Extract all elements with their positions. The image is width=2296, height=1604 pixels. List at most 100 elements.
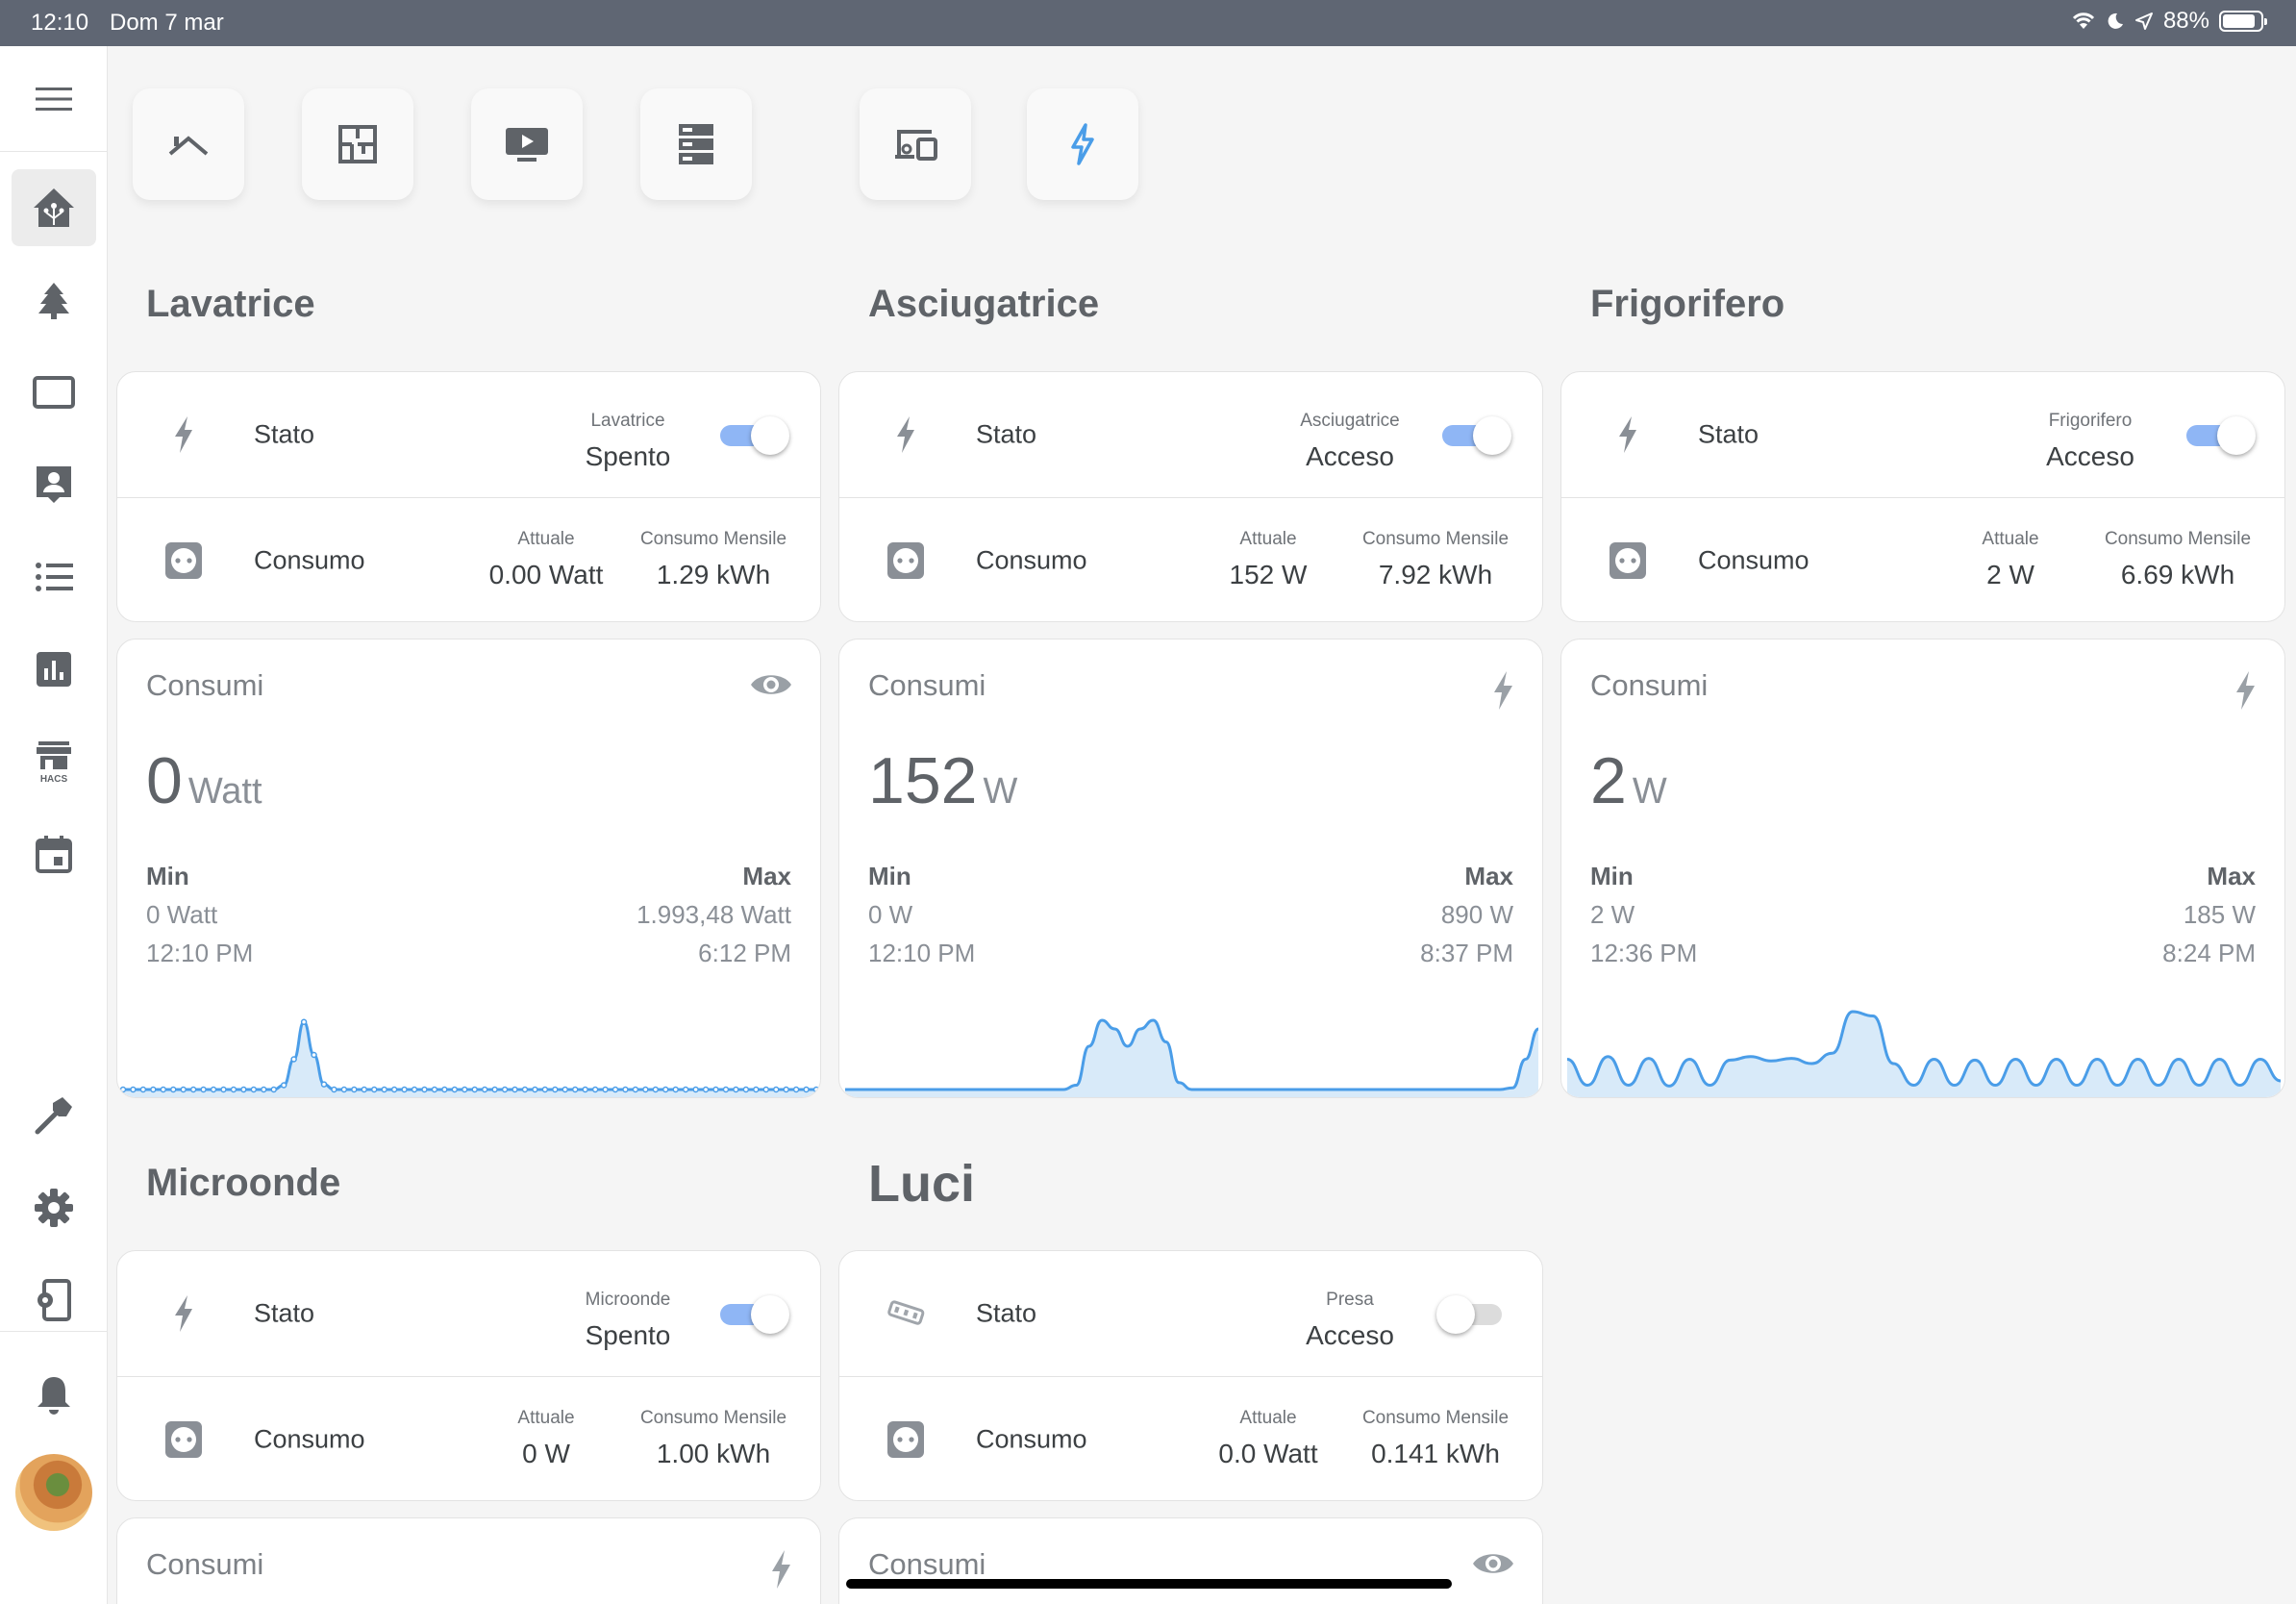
sparkline-point: [401, 1086, 408, 1093]
attuale-caption: Attuale: [1982, 529, 2039, 549]
consumo-row[interactable]: Consumo Attuale 0.00 Watt Consumo Mensile 1.…: [117, 498, 820, 621]
stato-row[interactable]: Stato Presa Acceso: [839, 1251, 1542, 1376]
stato-caption: Lavatrice: [590, 411, 665, 431]
flash-icon[interactable]: [768, 1549, 793, 1594]
consumo-mensile-attribute: Consumo Mensile 1.00 kWh: [632, 1408, 795, 1469]
section-title-frigorifero: Frigorifero: [1590, 283, 1785, 325]
section-title-microonde: Microonde: [146, 1162, 341, 1204]
attuale-value: 152 W: [1229, 560, 1308, 589]
tab-media[interactable]: [471, 88, 583, 200]
graph-card[interactable]: Consumi: [838, 1517, 1543, 1604]
max-time: 8:37 PM: [1420, 939, 1513, 967]
sparkline-point: [722, 1086, 730, 1093]
stato-row[interactable]: Stato Frigorifero Acceso: [1561, 372, 2284, 497]
stato-value: Acceso: [2046, 441, 2134, 471]
power-socket-icon: [884, 1417, 928, 1462]
sidebar-item-hacs[interactable]: HACS: [12, 723, 96, 800]
consumo-row[interactable]: Consumo Attuale 0 W Consumo Mensile 1.00 kWh: [117, 1377, 820, 1500]
battery-fill: [2223, 14, 2256, 28]
sparkline-point: [200, 1086, 207, 1093]
flash-icon[interactable]: [1490, 670, 1515, 715]
sidebar-separator: [0, 1331, 108, 1332]
attuale-value: 0 W: [522, 1439, 570, 1468]
max-label: Max: [1464, 862, 1513, 890]
eye-icon[interactable]: [749, 670, 793, 704]
consumo-label: Consumo: [976, 545, 1087, 575]
attuale-attribute: Attuale 2 W: [1929, 529, 2092, 590]
sidebar-item-overview[interactable]: [12, 169, 96, 246]
attuale-attribute: Attuale 0 W: [464, 1408, 628, 1469]
sparkline-point: [441, 1086, 448, 1093]
sparkline-point: [160, 1086, 167, 1093]
sidebar-item-developer-tools[interactable]: [12, 1077, 96, 1154]
power-toggle[interactable]: [1440, 414, 1511, 455]
tab-floor-plan[interactable]: [302, 88, 413, 200]
avatar[interactable]: [15, 1454, 92, 1531]
television-play-icon: [506, 128, 548, 162]
eye-icon[interactable]: [1471, 1549, 1515, 1583]
tab-roof[interactable]: [133, 88, 244, 200]
power-toggle[interactable]: [1436, 1293, 1508, 1334]
consumo-row[interactable]: Consumo Attuale 0.0 Watt Consumo Mensile 0.1…: [839, 1377, 1542, 1500]
calendar-icon: [36, 836, 72, 873]
tab-energy[interactable]: [1027, 88, 1138, 200]
cog-icon: [35, 1189, 73, 1227]
sparkline-point: [632, 1086, 639, 1093]
status-bar: 12:10 Dom 7 mar 88%: [0, 0, 2296, 46]
flash-icon[interactable]: [2233, 670, 2258, 715]
graph-value: 2: [1590, 744, 1627, 817]
tab-servers[interactable]: [640, 88, 752, 200]
consumo-row[interactable]: Consumo Attuale 152 W Consumo Mensile 7.92 k…: [839, 498, 1542, 621]
sparkline-point: [682, 1086, 689, 1093]
sidebar-item-users[interactable]: [12, 446, 96, 523]
bell-icon: [37, 1377, 70, 1415]
sparkline-point: [370, 1086, 378, 1093]
stato-row[interactable]: Stato Lavatrice Spento: [117, 372, 820, 497]
stato-value: Acceso: [1306, 441, 1394, 471]
graph-card[interactable]: Consumi 152 W Min 0 W 12:10 PM Max 890 W 8:37 PM: [838, 639, 1543, 1098]
graph-current-value: 2W: [1590, 743, 1667, 818]
server-icon: [679, 124, 713, 164]
graph-card[interactable]: Consumi 0 Watt Min 0 Watt 12:10 PM Max 1.993,48…: [116, 639, 821, 1098]
sidebar-item-companion-app[interactable]: [12, 1262, 96, 1339]
flash-icon: [162, 1291, 206, 1336]
stato-label: Stato: [976, 419, 1037, 449]
power-toggle[interactable]: [718, 414, 789, 455]
sidebar-item-garden[interactable]: [12, 262, 96, 338]
flash-icon: [884, 413, 928, 457]
hacs-store-icon: HACS: [37, 741, 71, 784]
sparkline-point: [772, 1086, 780, 1093]
sparkline-point: [462, 1086, 468, 1093]
sidebar-item-settings[interactable]: [12, 1169, 96, 1246]
tab-devices[interactable]: [860, 88, 971, 200]
graph-card[interactable]: Consumi: [116, 1517, 821, 1604]
consumo-row[interactable]: Consumo Attuale 2 W Consumo Mensile 6.69 kWh: [1561, 498, 2284, 621]
section-title-luci: Luci: [868, 1155, 976, 1213]
battery-percent: 88%: [2162, 8, 2209, 34]
sparkline-point: [812, 1086, 820, 1093]
sidebar-item-tablet[interactable]: [12, 354, 96, 431]
sidebar-item-notifications[interactable]: [12, 1356, 96, 1433]
sidebar-item-calendar[interactable]: [12, 815, 96, 892]
power-toggle[interactable]: [718, 1293, 789, 1334]
power-toggle[interactable]: [2184, 414, 2256, 455]
max-value: 1.993,48 Watt: [636, 900, 791, 929]
sidebar-item-logbook[interactable]: [12, 539, 96, 615]
sparkline-point: [662, 1086, 669, 1093]
graph-value: 152: [868, 744, 978, 817]
sparkline-area: [123, 1021, 816, 1097]
sparkline-point: [471, 1086, 478, 1093]
format-list-icon: [36, 563, 73, 591]
sidebar-item-history[interactable]: [12, 631, 96, 708]
menu-button[interactable]: [0, 46, 108, 152]
sparkline-point: [311, 1051, 317, 1059]
home-indicator: [846, 1579, 1452, 1589]
graph-card[interactable]: Consumi 2 W Min 2 W 12:36 PM Max 185 W 8:24 PM: [1560, 639, 2285, 1098]
stato-row[interactable]: Stato Microonde Spento: [117, 1251, 820, 1376]
floor-plan-icon: [338, 125, 377, 163]
attuale-attribute: Attuale 0.0 Watt: [1186, 1408, 1350, 1469]
sparkline-point: [672, 1086, 679, 1093]
sparkline-point: [300, 1018, 308, 1026]
stato-row[interactable]: Stato Asciugatrice Acceso: [839, 372, 1542, 497]
stato-attribute: Lavatrice Spento: [541, 411, 714, 472]
